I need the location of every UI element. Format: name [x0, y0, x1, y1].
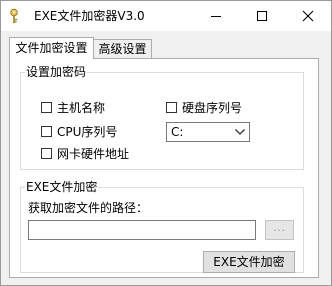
hostname-checkbox[interactable]: [41, 102, 52, 113]
disk-serial-checkbox[interactable]: [166, 102, 177, 113]
drive-select-value: C:: [171, 125, 184, 139]
tab-panel: 设置加密码 主机名称 硬盘序列号 CPU序列号 网卡硬件地址 C: EXE文件加…: [9, 58, 319, 278]
window-title: EXE文件加密器V3.0: [34, 9, 145, 23]
password-groupbox: 设置加密码 主机名称 硬盘序列号 CPU序列号 网卡硬件地址 C:: [20, 65, 304, 170]
password-group-legend: 设置加密码: [25, 65, 88, 80]
hostname-label: 主机名称: [57, 101, 106, 115]
file-path-input[interactable]: [28, 220, 256, 240]
maximize-button[interactable]: [239, 1, 285, 31]
minimize-button[interactable]: [193, 1, 239, 31]
close-icon: [302, 10, 314, 22]
cpu-serial-label: CPU序列号: [57, 125, 118, 139]
mac-address-checkbox-row[interactable]: 网卡硬件地址: [41, 145, 129, 162]
drive-select[interactable]: C:: [166, 122, 250, 142]
exe-group-legend: EXE文件加密: [25, 180, 99, 195]
browse-button[interactable]: ...: [265, 220, 294, 240]
mac-address-checkbox[interactable]: [41, 148, 52, 159]
path-label: 获取加密文件的路径：: [28, 201, 149, 215]
app-window: EXE文件加密器V3.0 文件加密设置 高级设置 设置加密码 主机名称 硬盘序列…: [0, 0, 332, 286]
title-bar[interactable]: EXE文件加密器V3.0: [1, 1, 331, 31]
disk-serial-label: 硬盘序列号: [182, 101, 243, 115]
disk-serial-checkbox-row[interactable]: 硬盘序列号: [166, 99, 242, 116]
encrypt-exe-button[interactable]: EXE文件加密: [203, 251, 295, 273]
mac-address-label: 网卡硬件地址: [57, 147, 130, 161]
chevron-down-icon: [235, 129, 245, 135]
tab-file-encryption-settings[interactable]: 文件加密设置: [9, 37, 94, 59]
maximize-icon: [257, 11, 267, 21]
minimize-icon: [211, 16, 221, 17]
close-button[interactable]: [285, 1, 331, 31]
tab-advanced-settings[interactable]: 高级设置: [94, 39, 152, 59]
key-icon: [10, 8, 18, 24]
cpu-serial-checkbox[interactable]: [41, 126, 52, 137]
cpu-serial-checkbox-row[interactable]: CPU序列号: [41, 123, 117, 140]
hostname-checkbox-row[interactable]: 主机名称: [41, 99, 105, 116]
exe-encryption-groupbox: EXE文件加密 获取加密文件的路径： ... EXE文件加密: [20, 180, 304, 273]
